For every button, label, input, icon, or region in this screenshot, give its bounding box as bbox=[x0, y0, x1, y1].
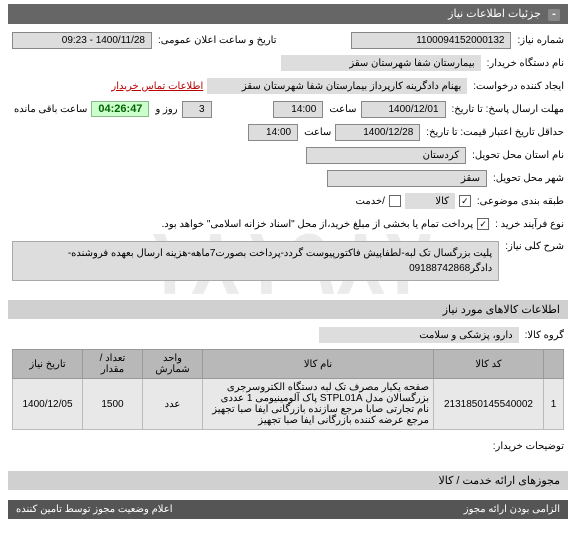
footer-right: الزامی بودن ارائه مجوز bbox=[464, 504, 560, 515]
section3-title: مجوزهای ارائه خدمت / کالا bbox=[438, 475, 560, 487]
desc-text: پلیت بزرگسال تک لبه-لطفاپیش فاکتورپیوست … bbox=[12, 241, 499, 281]
province-label: نام استان محل تحویل: bbox=[470, 150, 564, 161]
collapse-icon[interactable]: - bbox=[548, 9, 560, 21]
th-unit: واحد شمارش bbox=[143, 350, 203, 379]
deadline-label: مهلت ارسال پاسخ: تا تاریخ: bbox=[450, 104, 564, 115]
section2-title: اطلاعات کالاهای مورد نیاز bbox=[443, 304, 560, 316]
th-name: نام کالا bbox=[203, 350, 434, 379]
table-row: 1 2131850145540002 صفحه یکبار مصرف تک لب… bbox=[13, 379, 564, 430]
days-value: 3 bbox=[182, 101, 212, 118]
reqno-value: 1100094152000132 bbox=[351, 32, 511, 49]
process-text: پرداخت تمام یا بخشی از مبلغ خرید،از محل … bbox=[160, 219, 474, 230]
validity-date: 1400/12/28 bbox=[335, 124, 420, 141]
days-label: روز و bbox=[153, 104, 177, 115]
footer-left: اعلام وضعیت مجوز توسط تامین کننده bbox=[16, 504, 173, 515]
process-label: نوع فرآیند خرید : bbox=[493, 219, 564, 230]
section-header-details: - جزئیات اطلاعات نیاز bbox=[8, 4, 568, 24]
group-label: گروه کالا: bbox=[523, 330, 564, 341]
section-header-permits: مجوزهای ارائه خدمت / کالا bbox=[8, 471, 568, 490]
creator-label: ایجاد کننده درخواست: bbox=[471, 81, 564, 92]
contact-link[interactable]: اطلاعات تماس خریدار bbox=[111, 81, 203, 92]
province-value: کردستان bbox=[306, 147, 466, 164]
reqno-label: شماره نیاز: bbox=[515, 35, 564, 46]
cell-idx: 1 bbox=[544, 379, 564, 430]
time-label-2: ساعت bbox=[302, 127, 331, 138]
city-value: سقز bbox=[327, 170, 487, 187]
footer-bar: الزامی بودن ارائه مجوز اعلام وضعیت مجوز … bbox=[8, 500, 568, 519]
items-table: کد کالا نام کالا واحد شمارش تعداد / مقدا… bbox=[12, 349, 564, 430]
buyer-label: نام دستگاه خریدار: bbox=[485, 58, 564, 69]
time-label-1: ساعت bbox=[327, 104, 356, 115]
group-value: دارو، پزشکی و سلامت bbox=[319, 327, 519, 343]
cell-qty: 1500 bbox=[83, 379, 143, 430]
th-idx bbox=[544, 350, 564, 379]
category-checkbox-goods[interactable] bbox=[459, 195, 471, 207]
buyer-notes-label: توضیحات خریدار: bbox=[491, 441, 564, 452]
th-qty: تعداد / مقدار bbox=[83, 350, 143, 379]
th-code: کد کالا bbox=[434, 350, 544, 379]
section-header-items: اطلاعات کالاهای مورد نیاز bbox=[8, 300, 568, 319]
announce-value: 1400/11/28 - 09:23 bbox=[12, 32, 152, 49]
cell-date: 1400/12/05 bbox=[13, 379, 83, 430]
countdown-timer: 04:26:47 bbox=[91, 101, 149, 117]
cell-code: 2131850145540002 bbox=[434, 379, 544, 430]
service-label: /خدمت bbox=[354, 196, 385, 207]
desc-label: شرح کلی نیاز: bbox=[503, 237, 564, 252]
th-date: تاریخ نیاز bbox=[13, 350, 83, 379]
cell-unit: عدد bbox=[143, 379, 203, 430]
section-title: جزئیات اطلاعات نیاز bbox=[448, 8, 541, 20]
category-checkbox-service[interactable] bbox=[389, 195, 401, 207]
validity-label: حداقل تاریخ اعتبار قیمت: تا تاریخ: bbox=[424, 127, 564, 138]
announce-label: تاریخ و ساعت اعلان عمومی: bbox=[156, 35, 277, 46]
validity-time: 14:00 bbox=[248, 124, 298, 141]
deadline-date: 1400/12/01 bbox=[361, 101, 446, 118]
remain-label: ساعت باقی مانده bbox=[12, 104, 87, 115]
cell-name: صفحه یکبار مصرف تک لبه دستگاه الکتروسرجر… bbox=[203, 379, 434, 430]
table-header-row: کد کالا نام کالا واحد شمارش تعداد / مقدا… bbox=[13, 350, 564, 379]
category-value: کالا bbox=[405, 193, 455, 209]
deadline-time: 14:00 bbox=[273, 101, 323, 118]
buyer-value: بیمارستان شفا شهرستان سقز bbox=[281, 55, 481, 71]
city-label: شهر محل تحویل: bbox=[491, 173, 564, 184]
process-checkbox[interactable] bbox=[477, 218, 489, 230]
creator-value: بهنام دادگرینه کارپرداز بیمارستان شفا شه… bbox=[207, 78, 467, 94]
category-label: طبقه بندی موضوعی: bbox=[475, 196, 564, 207]
